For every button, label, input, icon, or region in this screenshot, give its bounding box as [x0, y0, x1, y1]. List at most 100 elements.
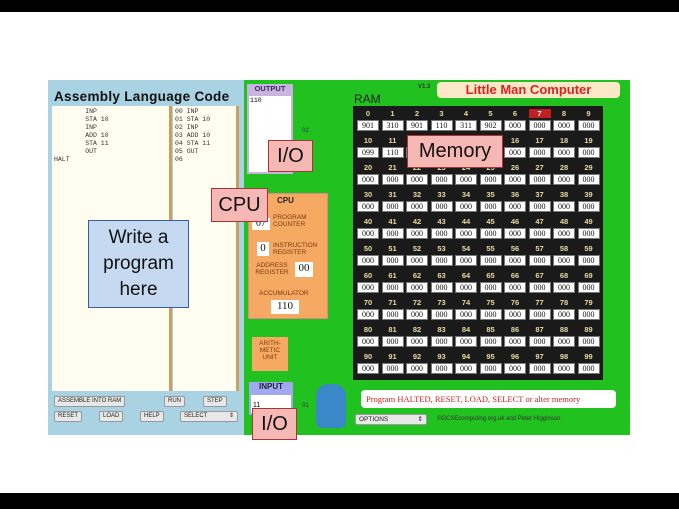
- memory-cell[interactable]: 000: [406, 309, 428, 320]
- memory-cell[interactable]: 000: [357, 201, 379, 212]
- memory-cell[interactable]: 000: [553, 228, 575, 239]
- memory-cell[interactable]: 000: [406, 228, 428, 239]
- memory-cell[interactable]: 000: [430, 282, 453, 293]
- memory-cell[interactable]: 000: [528, 120, 551, 131]
- select-dropdown[interactable]: SELECT ⇕: [180, 411, 238, 422]
- memory-cell[interactable]: 000: [553, 201, 575, 212]
- memory-cell[interactable]: 110: [430, 120, 453, 131]
- memory-cell[interactable]: 000: [357, 228, 379, 239]
- memory-cell[interactable]: 000: [455, 309, 477, 320]
- memory-cell[interactable]: 000: [479, 255, 502, 266]
- memory-cell[interactable]: 000: [528, 201, 551, 212]
- memory-cell[interactable]: 000: [406, 201, 428, 212]
- memory-cell[interactable]: 000: [381, 201, 404, 212]
- memory-cell[interactable]: 000: [553, 336, 575, 347]
- memory-cell[interactable]: 000: [553, 282, 575, 293]
- memory-cell[interactable]: 000: [553, 363, 575, 374]
- memory-cell[interactable]: 000: [504, 120, 526, 131]
- memory-cell[interactable]: 901: [406, 120, 428, 131]
- memory-cell[interactable]: 902: [479, 120, 502, 131]
- memory-cell[interactable]: 000: [406, 255, 428, 266]
- memory-cell[interactable]: 000: [528, 228, 551, 239]
- memory-cell[interactable]: 000: [528, 309, 551, 320]
- memory-cell[interactable]: 000: [577, 363, 600, 374]
- memory-cell[interactable]: 000: [381, 174, 404, 185]
- memory-cell[interactable]: 000: [504, 363, 526, 374]
- memory-cell[interactable]: 000: [381, 255, 404, 266]
- memory-cell[interactable]: 000: [528, 336, 551, 347]
- memory-cell[interactable]: 110: [381, 147, 404, 158]
- memory-cell[interactable]: 000: [504, 336, 526, 347]
- memory-cell[interactable]: 000: [479, 174, 502, 185]
- memory-cell[interactable]: 000: [504, 228, 526, 239]
- memory-cell[interactable]: 000: [381, 309, 404, 320]
- memory-cell[interactable]: 000: [455, 201, 477, 212]
- memory-cell[interactable]: 000: [430, 228, 453, 239]
- memory-cell[interactable]: 000: [479, 282, 502, 293]
- memory-cell[interactable]: 000: [455, 282, 477, 293]
- memory-cell[interactable]: 000: [381, 363, 404, 374]
- memory-cell[interactable]: 901: [357, 120, 379, 131]
- memory-cell[interactable]: 000: [504, 309, 526, 320]
- memory-cell[interactable]: 000: [357, 336, 379, 347]
- memory-cell[interactable]: 000: [553, 147, 575, 158]
- memory-cell[interactable]: 310: [381, 120, 404, 131]
- memory-cell[interactable]: 000: [577, 282, 600, 293]
- memory-cell[interactable]: 000: [553, 120, 575, 131]
- memory-cell[interactable]: 000: [406, 174, 428, 185]
- memory-cell[interactable]: 000: [455, 363, 477, 374]
- memory-cell[interactable]: 000: [406, 282, 428, 293]
- memory-cell[interactable]: 000: [430, 336, 453, 347]
- memory-cell[interactable]: 000: [577, 120, 600, 131]
- memory-cell[interactable]: 000: [430, 201, 453, 212]
- memory-cell[interactable]: 000: [430, 309, 453, 320]
- memory-cell[interactable]: 000: [528, 363, 551, 374]
- memory-cell[interactable]: 000: [357, 309, 379, 320]
- memory-cell[interactable]: 000: [553, 309, 575, 320]
- reset-button[interactable]: RESET: [54, 411, 83, 422]
- memory-cell[interactable]: 000: [357, 282, 379, 293]
- memory-cell[interactable]: 000: [504, 201, 526, 212]
- memory-cell[interactable]: 000: [430, 363, 453, 374]
- memory-cell[interactable]: 000: [381, 336, 404, 347]
- memory-cell[interactable]: 000: [577, 309, 600, 320]
- options-dropdown[interactable]: OPTIONS ⇕: [355, 414, 427, 425]
- memory-cell[interactable]: 000: [479, 309, 502, 320]
- memory-cell[interactable]: 000: [504, 174, 526, 185]
- memory-cell[interactable]: 000: [528, 174, 551, 185]
- memory-cell[interactable]: 000: [479, 228, 502, 239]
- memory-cell[interactable]: 000: [430, 255, 453, 266]
- memory-cell[interactable]: 000: [455, 336, 477, 347]
- memory-cell[interactable]: 000: [357, 255, 379, 266]
- memory-cell[interactable]: 000: [430, 174, 453, 185]
- memory-cell[interactable]: 000: [577, 228, 600, 239]
- memory-cell[interactable]: 000: [357, 363, 379, 374]
- load-button[interactable]: LOAD: [99, 411, 124, 422]
- memory-cell[interactable]: 000: [528, 147, 551, 158]
- memory-cell[interactable]: 000: [504, 255, 526, 266]
- memory-cell[interactable]: 000: [381, 228, 404, 239]
- assemble-button[interactable]: ASSEMBLE INTO RAM: [54, 396, 126, 407]
- memory-cell[interactable]: 099: [357, 147, 379, 158]
- memory-cell[interactable]: 000: [479, 363, 502, 374]
- memory-cell[interactable]: 000: [406, 336, 428, 347]
- memory-cell[interactable]: 000: [455, 228, 477, 239]
- memory-cell[interactable]: 000: [528, 282, 551, 293]
- memory-cell[interactable]: 311: [455, 120, 477, 131]
- memory-cell[interactable]: 000: [577, 336, 600, 347]
- memory-cell[interactable]: 000: [406, 363, 428, 374]
- memory-cell[interactable]: 000: [357, 174, 379, 185]
- step-button[interactable]: STEP: [203, 396, 227, 407]
- memory-cell[interactable]: 000: [479, 201, 502, 212]
- memory-cell[interactable]: 000: [381, 282, 404, 293]
- memory-cell[interactable]: 000: [455, 174, 477, 185]
- help-button[interactable]: HELP: [140, 411, 164, 422]
- memory-cell[interactable]: 000: [577, 255, 600, 266]
- memory-cell[interactable]: 000: [553, 255, 575, 266]
- memory-cell[interactable]: 000: [504, 147, 526, 158]
- memory-cell[interactable]: 000: [455, 255, 477, 266]
- memory-cell[interactable]: 000: [577, 201, 600, 212]
- memory-cell[interactable]: 000: [479, 336, 502, 347]
- memory-cell[interactable]: 000: [553, 174, 575, 185]
- memory-cell[interactable]: 000: [504, 282, 526, 293]
